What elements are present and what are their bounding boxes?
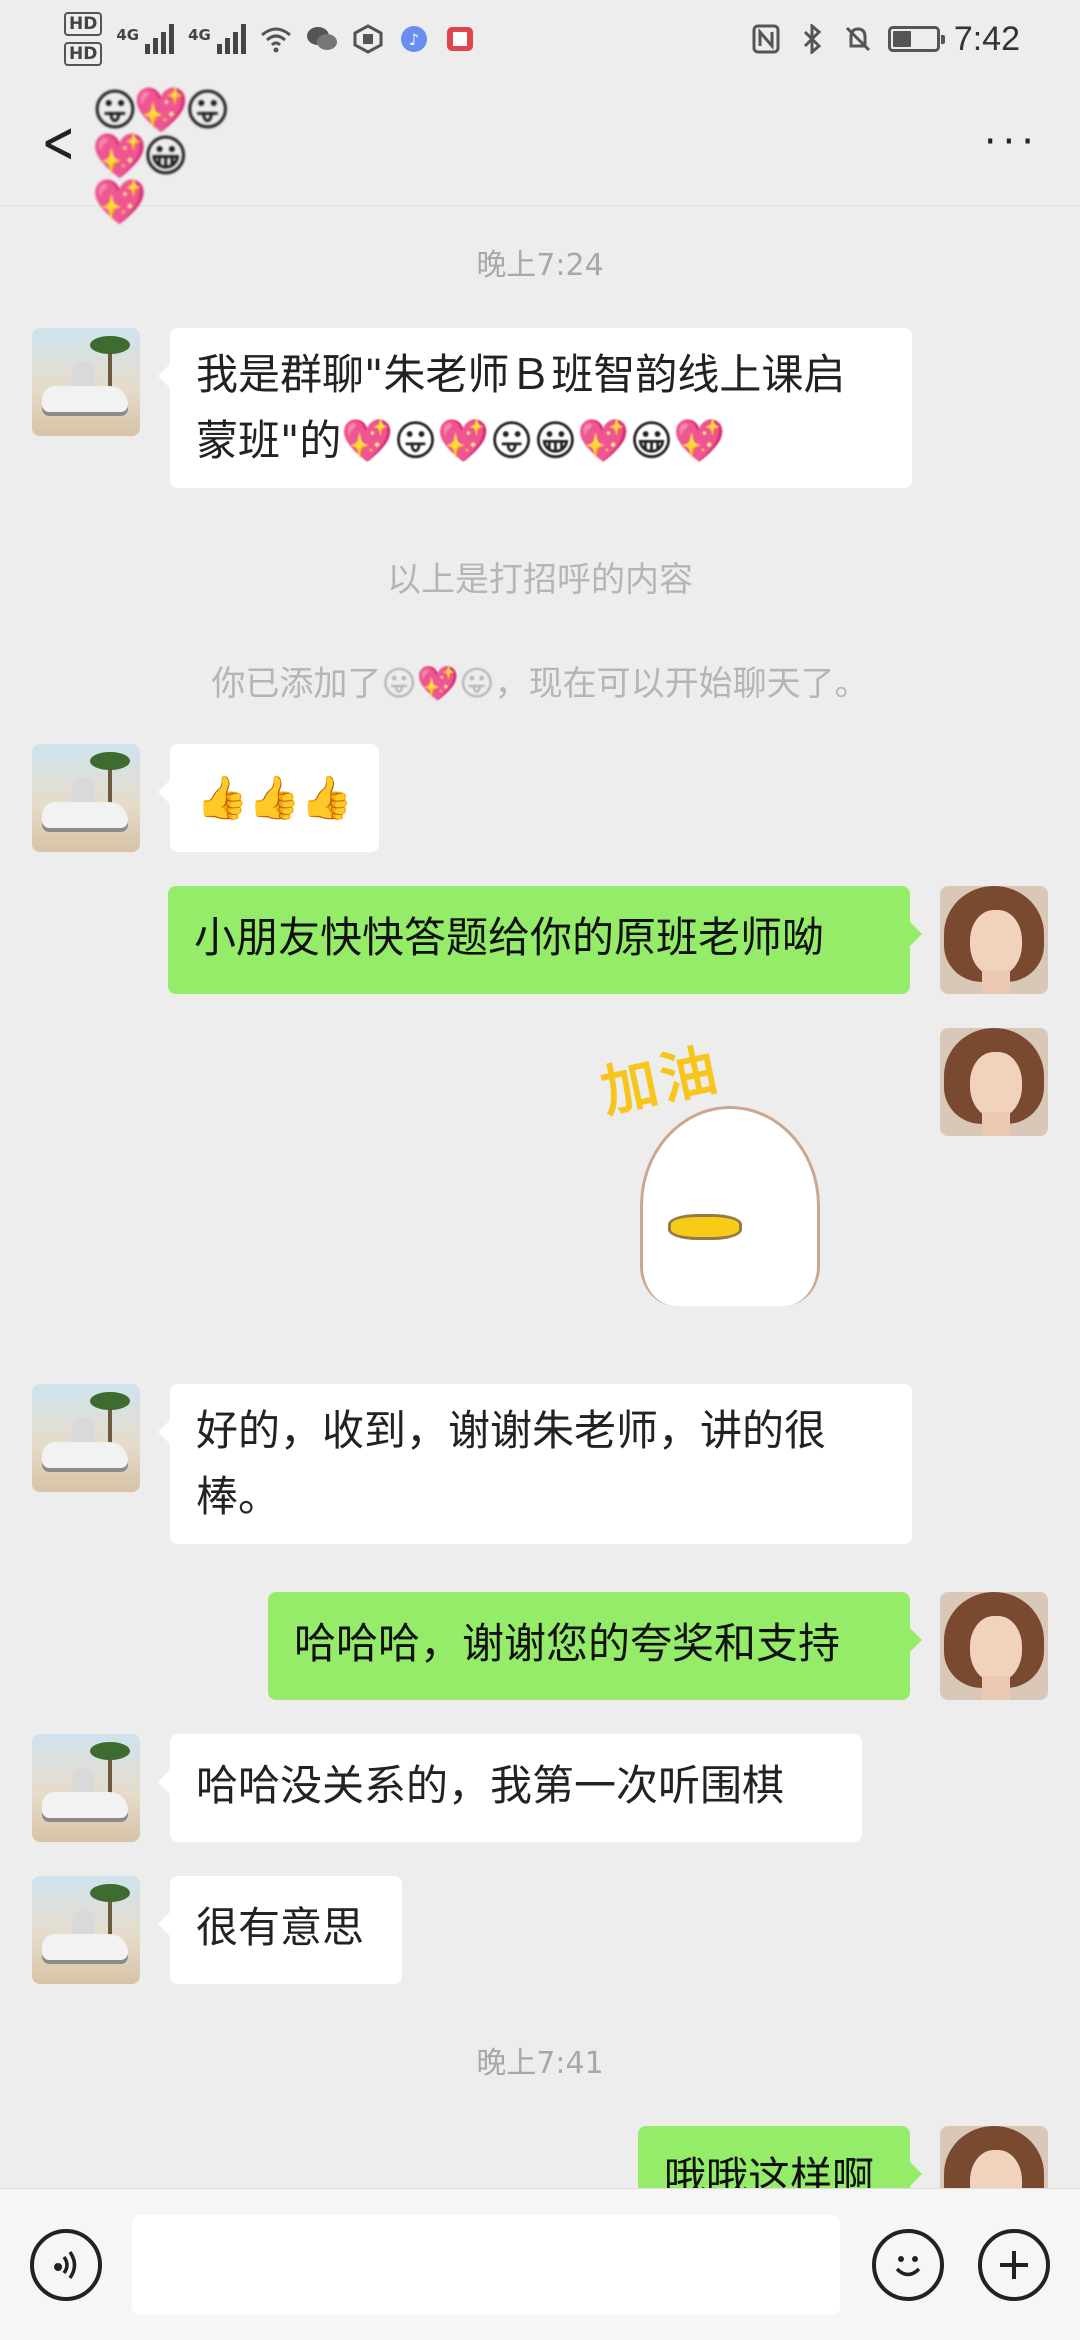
- contact-name-emoji: 😛💖😛: [381, 664, 495, 704]
- message-input[interactable]: [132, 2215, 840, 2315]
- system-message: 你已添加了😛💖😛，现在可以开始聊天了。: [211, 664, 869, 704]
- contact-avatar[interactable]: [32, 1734, 140, 1842]
- message-bubble[interactable]: 哈哈哈，谢谢您的夸奖和支持: [268, 1592, 922, 1700]
- message-text: 👍👍👍: [196, 773, 353, 822]
- nfc-icon: [750, 23, 782, 55]
- smiley-icon: [895, 2256, 921, 2277]
- contact-avatar[interactable]: [32, 328, 140, 436]
- status-left: HD HD 4G 4G ♪: [64, 12, 476, 66]
- music-app-icon: ♪: [398, 23, 430, 55]
- bluetooth-icon: [796, 23, 828, 55]
- system-message: 以上是打招呼的内容: [387, 560, 693, 600]
- mute-bell-icon: [842, 23, 874, 55]
- back-button[interactable]: <: [41, 113, 75, 171]
- battery-icon: [887, 26, 945, 52]
- contact-avatar[interactable]: [32, 1384, 140, 1492]
- signal-icon: [145, 24, 175, 54]
- my-avatar[interactable]: [940, 886, 1048, 994]
- message-bubble[interactable]: 哦哦这样啊: [638, 2126, 922, 2188]
- plus-icon: [1000, 2251, 1028, 2279]
- status-right: 7:42: [750, 20, 1020, 59]
- timestamp: 晚上7:41: [476, 2046, 604, 2081]
- timestamp: 晚上7:24: [476, 248, 604, 283]
- more-options-button[interactable]: ···: [984, 122, 1040, 162]
- message-bubble[interactable]: 好的，收到，谢谢朱老师，讲的很棒。: [158, 1384, 912, 1544]
- message-bubble[interactable]: 我是群聊"朱老师Ｂ班智韵线上课启蒙班"的💖😛💖😛😀💖😀💖: [158, 328, 912, 488]
- network-type: 4G: [116, 26, 140, 44]
- emoji-inline: 💖😛💖😛😀💖😀💖: [341, 416, 726, 465]
- message-text: 哈哈没关系的，我第一次听围棋: [196, 1761, 785, 1810]
- message-bubble[interactable]: 👍👍👍: [158, 744, 379, 852]
- signal-icon: [216, 24, 246, 54]
- chat-header: < 😛💖😛💖😀💖 ···: [0, 78, 1080, 226]
- shield-app-icon: [352, 23, 384, 55]
- voice-icon: [54, 2251, 77, 2279]
- message-bubble[interactable]: 哈哈没关系的，我第一次听围棋: [158, 1734, 862, 1842]
- my-avatar[interactable]: [940, 1592, 1048, 1700]
- svg-text:♪: ♪: [409, 30, 419, 49]
- voice-input-button[interactable]: [30, 2229, 102, 2301]
- emoji-button[interactable]: [872, 2229, 944, 2301]
- message-bubble[interactable]: 小朋友快快答题给你的原班老师呦: [168, 886, 922, 994]
- chat-area[interactable]: 晚上7:24 我是群聊"朱老师Ｂ班智韵线上课启蒙班"的💖😛💖😛😀💖😀💖 以上是打…: [0, 206, 1080, 2188]
- wifi-icon: [260, 23, 292, 55]
- input-bar: [0, 2188, 1080, 2340]
- message-text: 好的，收到，谢谢朱老师，讲的很棒。: [196, 1406, 827, 1521]
- book-app-icon: [444, 23, 476, 55]
- message-text: 哦哦这样啊: [664, 2153, 875, 2188]
- contact-avatar[interactable]: [32, 1876, 140, 1984]
- message-text: 小朋友快快答题给你的原班老师呦: [194, 913, 825, 962]
- message-text: 很有意思: [196, 1903, 365, 1952]
- my-avatar[interactable]: [940, 1028, 1048, 1136]
- message-text: 哈哈哈，谢谢您的夸奖和支持: [294, 1619, 841, 1668]
- wechat-icon: [306, 23, 338, 55]
- more-functions-button[interactable]: [978, 2229, 1050, 2301]
- status-bar: HD HD 4G 4G ♪ 7:42: [0, 0, 1080, 78]
- sticker-duck[interactable]: 加油: [596, 1036, 880, 1306]
- my-avatar[interactable]: [940, 2126, 1048, 2188]
- contact-avatar[interactable]: [32, 744, 140, 852]
- hd-badge: HD: [64, 42, 103, 66]
- network-type: 4G: [188, 26, 211, 44]
- status-time: 7:42: [953, 19, 1020, 58]
- message-bubble[interactable]: 很有意思: [158, 1876, 402, 1984]
- hd-badge: HD: [64, 12, 103, 36]
